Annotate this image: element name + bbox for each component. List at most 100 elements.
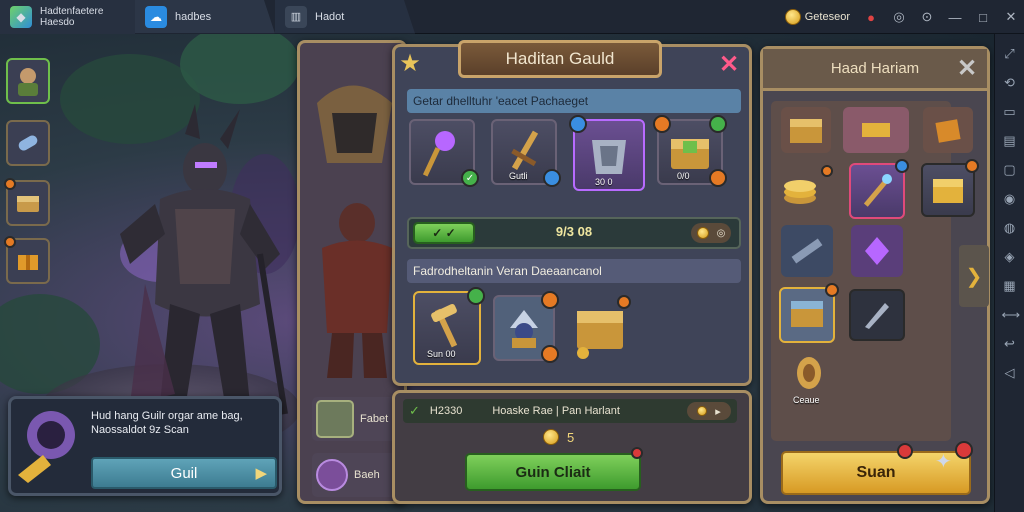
harem-item-3[interactable] xyxy=(923,107,973,153)
hero-portrait-slot[interactable] xyxy=(6,58,50,104)
item-chest-open[interactable] xyxy=(571,295,631,361)
gift-slot[interactable] xyxy=(4,236,50,284)
confirm-checks-button[interactable]: ✓ ✓ xyxy=(413,222,475,244)
gold-bar-icon xyxy=(862,123,890,137)
purchase-row: ✓ H2330 Hoaske Rae | Pan Harlant ▸ xyxy=(403,399,737,423)
chest-icon xyxy=(17,196,39,212)
chest-slot[interactable] xyxy=(4,178,50,226)
harem-title: Haad Hariam xyxy=(763,49,987,91)
side-row-2-label: Baeh xyxy=(354,469,380,481)
coin-icon-small xyxy=(696,227,709,239)
macro-icon[interactable]: ⟷ xyxy=(1002,307,1021,323)
app-name: Hadtenfaetere Haesdo xyxy=(40,5,104,28)
section2-header: Fadrodheltanin Veran Daeaancanol xyxy=(407,259,741,283)
item-label-1: Gutli xyxy=(509,171,528,181)
amulet-icon xyxy=(797,357,821,389)
coin-toggle[interactable]: ◎ xyxy=(691,223,731,243)
folder-icon[interactable]: ▢ xyxy=(1002,162,1018,178)
hero-portrait-icon xyxy=(18,68,38,96)
harem-item-5-selected[interactable] xyxy=(849,159,909,219)
minimize-icon[interactable]: — xyxy=(948,10,962,25)
scroll-icon xyxy=(18,135,38,151)
item-slot-hammer[interactable]: Sun 00 xyxy=(413,287,485,365)
chevron-right-icon: ❯ xyxy=(965,265,983,288)
tab-1[interactable]: ☁ hadbes xyxy=(135,0,275,34)
mage-icon xyxy=(510,310,538,348)
crystal-icon xyxy=(865,237,889,265)
helmet-icon xyxy=(317,85,392,163)
scroll-slot[interactable] xyxy=(6,120,50,166)
dark-knight-character xyxy=(120,104,288,415)
price-coin-icon xyxy=(543,429,559,445)
settings-icon[interactable]: ◎ xyxy=(892,9,906,25)
harem-item-7[interactable] xyxy=(781,225,833,277)
close-window-icon[interactable]: ✕ xyxy=(1004,9,1018,25)
guild-close-icon[interactable]: ✕ xyxy=(717,53,741,77)
ad-guild-label: Guil xyxy=(170,464,198,482)
harem-item-11[interactable]: Ceaue xyxy=(783,351,835,413)
shake-icon[interactable]: ◈ xyxy=(1002,249,1018,265)
maximize-icon[interactable]: □ xyxy=(976,10,990,25)
price-toggle[interactable]: ▸ xyxy=(687,402,731,420)
account-chip[interactable]: Geteseor xyxy=(784,9,850,25)
harem-item-1[interactable] xyxy=(781,107,831,153)
item-slot-sword[interactable]: Gutli xyxy=(491,119,561,187)
volume-icon[interactable]: ◉ xyxy=(1002,191,1018,207)
item-slot-chest[interactable]: 0/0 xyxy=(653,115,727,187)
ad-text: Hud hang Guilr orgar ame bag, Naossaldot… xyxy=(91,410,243,436)
harem-item-8[interactable] xyxy=(851,225,903,277)
crate-icon xyxy=(791,301,823,327)
harem-close-icon[interactable]: ✕ xyxy=(955,57,979,81)
item-label-4: Sun 00 xyxy=(427,349,456,359)
progress-value: 9/3 08 xyxy=(555,224,593,239)
ad-guild-button[interactable]: Guil ▶ xyxy=(91,457,277,489)
scan-badge xyxy=(897,443,913,459)
star-icon[interactable]: ★ xyxy=(397,51,423,77)
item-slot-mage[interactable] xyxy=(493,291,559,363)
notification-icon[interactable]: ● xyxy=(864,10,878,25)
emulator-sidebar: ⤢ ⟲ ▭ ▤ ▢ ◉ ◍ ◈ ▦ ⟷ ↩ ◁ xyxy=(994,34,1024,512)
harem-item-label: Ceaue xyxy=(793,395,820,405)
account-name: Geteseor xyxy=(804,10,850,23)
item-slot-staff[interactable]: ✓ xyxy=(409,119,479,187)
side-row-2[interactable]: Baeh xyxy=(312,453,402,497)
window-titlebar: ◆ Hadtenfaetere Haesdo ☁ hadbes ▥ Hadot … xyxy=(0,0,1024,34)
location-icon[interactable]: ◍ xyxy=(1002,220,1018,236)
item-label-2: 30 0 xyxy=(595,177,613,187)
alert-badge xyxy=(955,441,973,459)
purchase-panel: ✓ H2330 Hoaske Rae | Pan Harlant ▸ 5 Gui… xyxy=(392,390,752,504)
wand-icon xyxy=(863,174,892,207)
help-icon[interactable]: ⊙ xyxy=(920,9,934,25)
harem-item-9[interactable] xyxy=(779,283,839,343)
expand-icon[interactable]: ⤢ xyxy=(1002,46,1018,62)
dagger-icon xyxy=(865,303,889,329)
side-row-1-label: Fabet xyxy=(360,413,389,425)
install-apk-icon[interactable]: ▤ xyxy=(1002,133,1018,149)
back-icon[interactable]: ↩ xyxy=(1002,336,1018,352)
check-icon: ✓ xyxy=(409,403,420,418)
chart-icon: ▥ xyxy=(285,5,307,28)
item-slot-armor[interactable]: 30 0 xyxy=(569,115,645,191)
harem-item-2[interactable] xyxy=(843,107,909,153)
join-guild-button[interactable]: Guin Cliait xyxy=(465,453,641,491)
tab-app[interactable]: ◆ Hadtenfaetere Haesdo xyxy=(0,0,135,34)
home-icon[interactable]: ◁ xyxy=(1002,365,1018,381)
price-display: 5 xyxy=(543,429,574,445)
harem-item-4[interactable] xyxy=(777,163,835,221)
screen-icon[interactable]: ▭ xyxy=(1002,104,1018,120)
app-logo-icon: ◆ xyxy=(10,5,32,28)
sparkle-icon: ✦ xyxy=(935,451,952,473)
next-page-button[interactable]: ❯ xyxy=(959,245,989,307)
hero-harem-panel: Haad Hariam ✕ Ceaue ❯ Suan ✦ xyxy=(760,46,990,504)
ad-card: Hud hang Guilr orgar ame bag, Naossaldot… xyxy=(8,396,282,496)
armored-hero-icon xyxy=(322,203,392,378)
character-preview-panel: Fabet Baeh xyxy=(297,40,407,504)
screenshot-icon[interactable]: ▦ xyxy=(1002,278,1018,294)
blaster-icon xyxy=(791,238,823,264)
rotate-icon[interactable]: ⟲ xyxy=(1002,75,1018,91)
harem-item-6[interactable] xyxy=(921,159,979,217)
harem-item-10[interactable] xyxy=(849,289,905,341)
side-row-1[interactable]: Fabet xyxy=(312,397,402,441)
tab-2[interactable]: ▥ Hadot xyxy=(275,0,415,34)
guild-panel: ★ ✕ Getar dhelltuhr 'eacet Pachaeget ✓ G… xyxy=(392,44,752,386)
